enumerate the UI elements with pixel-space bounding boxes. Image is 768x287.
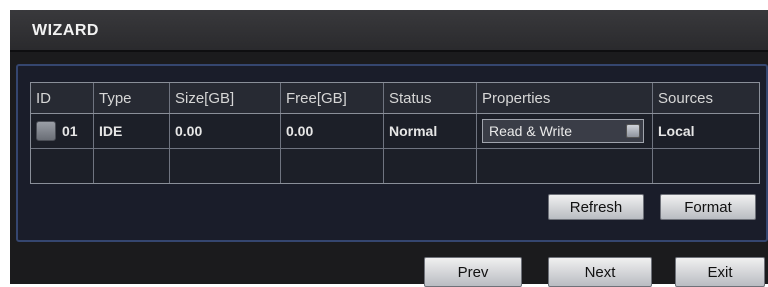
empty-cell	[94, 149, 170, 183]
header-sources: Sources	[658, 89, 714, 107]
cell-type: IDE	[94, 114, 170, 148]
next-button[interactable]: Next	[548, 257, 652, 287]
disk-table: ID Type Size[GB] Free[GB] Status Propert…	[30, 82, 760, 184]
format-button[interactable]: Format	[660, 194, 756, 220]
table-row-empty	[31, 149, 759, 183]
header-type: Type	[94, 83, 170, 113]
properties-dropdown[interactable]: Read & Write	[482, 119, 644, 143]
empty-cell	[170, 149, 281, 183]
empty-cell	[477, 149, 653, 183]
properties-value: Read & Write	[489, 123, 572, 139]
refresh-button[interactable]: Refresh	[548, 194, 644, 220]
exit-button[interactable]: Exit	[675, 257, 765, 287]
header-free: Free[GB]	[281, 83, 384, 113]
table-header-row: ID Type Size[GB] Free[GB] Status Propert…	[31, 83, 759, 114]
disk-select-checkbox[interactable]	[36, 121, 56, 141]
cell-status: Normal	[384, 114, 477, 148]
disk-id: 01	[62, 123, 78, 139]
cell-properties: Read & Write	[477, 114, 653, 148]
empty-cell	[31, 149, 94, 183]
cell-sources: Local	[658, 123, 695, 139]
cell-size: 0.00	[170, 114, 281, 148]
empty-cell	[384, 149, 477, 183]
table-row[interactable]: 01 IDE 0.00 0.00 Normal Read & Write Loc…	[31, 114, 759, 149]
dropdown-arrow-icon[interactable]	[626, 124, 640, 138]
header-size: Size[GB]	[170, 83, 281, 113]
empty-cell	[281, 149, 384, 183]
wizard-window: WIZARD ID Type Size[GB] Free[GB] Status …	[10, 10, 768, 287]
cell-free: 0.00	[281, 114, 384, 148]
empty-cell	[653, 149, 759, 183]
cell-id: 01	[31, 114, 94, 148]
title-bar: WIZARD	[10, 10, 768, 52]
header-properties: Properties	[477, 83, 653, 113]
prev-button[interactable]: Prev	[424, 257, 522, 287]
window-title: WIZARD	[32, 22, 99, 39]
header-status: Status	[384, 83, 477, 113]
disk-panel: ID Type Size[GB] Free[GB] Status Propert…	[16, 64, 768, 242]
header-id: ID	[31, 83, 94, 113]
